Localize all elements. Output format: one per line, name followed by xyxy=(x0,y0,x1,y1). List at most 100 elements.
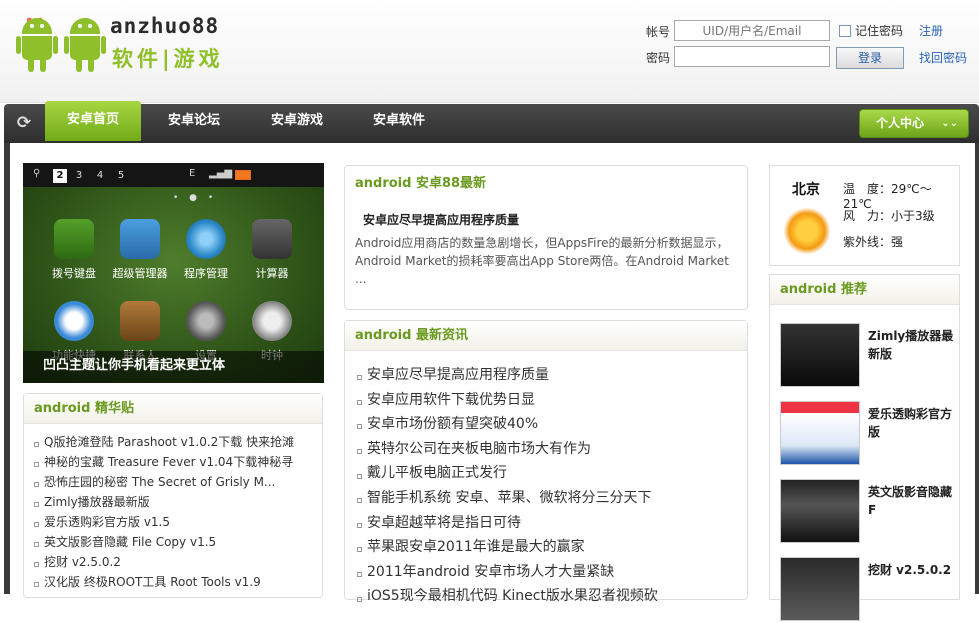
list-item[interactable]: 智能手机系统 安卓、苹果、微软将分三分天下 xyxy=(355,486,747,511)
site-logo[interactable]: 🎀 anzhuo88 软件|游戏 xyxy=(16,12,246,74)
program-icon xyxy=(186,219,226,259)
remember-label[interactable]: 记住密码 xyxy=(855,22,903,39)
nav-item-software[interactable]: 安卓软件 xyxy=(359,104,439,143)
wind-value: 小于3级 xyxy=(891,209,935,223)
app-label: 超级管理器 xyxy=(112,267,168,280)
recommend-title: android 推荐 xyxy=(770,275,959,305)
featured-posts-panel: android 精华贴 Q版抢滩登陆 Parashoot v1.0.2下载 快来… xyxy=(23,393,323,598)
list-item[interactable]: 汉化版 终极ROOT工具 Root Tools v1.9 xyxy=(32,572,322,592)
app-label: 计算器 xyxy=(255,267,289,280)
temperature-label: 温 度： xyxy=(843,182,892,196)
app-dialer: 拨号键盘 xyxy=(45,219,103,281)
password-label: 密码 xyxy=(646,51,671,65)
phone-statusbar: ⚲ 2 3 4 5 E ▂▄▆ xyxy=(23,163,324,187)
register-link[interactable]: 注册 xyxy=(919,22,943,39)
list-item[interactable]: 安卓市场份额有望突破40% xyxy=(355,412,747,437)
weather-widget: 北京 温 度：29℃～21℃ 风 力：小于3级 紫外线：强 xyxy=(769,165,960,266)
latest-title: android 安卓88最新 xyxy=(355,176,487,191)
app-screenshot-thumb[interactable] xyxy=(780,323,860,387)
list-item[interactable]: 戴儿平板电脑正式发行 xyxy=(355,461,747,486)
recommend-item-name[interactable]: 爱乐透购彩官方版 xyxy=(868,405,956,441)
slide-caption[interactable]: 凹凸主题让你手机看起来更立体 xyxy=(23,351,324,383)
weather-city: 北京 xyxy=(792,182,820,198)
gear-icon xyxy=(186,301,226,341)
forgot-password-link[interactable]: 找回密码 xyxy=(919,49,967,66)
nav-item-games[interactable]: 安卓游戏 xyxy=(257,104,337,143)
latest-panel: android 安卓88最新 安卓应尽早提高应用程序质量 Android应用商店… xyxy=(344,165,748,310)
nav-item-home[interactable]: 安卓首页 xyxy=(45,101,141,141)
recommend-item-name[interactable]: Zimly播放器最新版 xyxy=(868,327,956,363)
news-title: android 最新资讯 xyxy=(345,321,747,351)
recommend-item[interactable]: 挖财 v2.5.0.2 xyxy=(780,557,960,623)
usb-icon: ⚲ xyxy=(33,168,41,179)
home-dots: • ● • xyxy=(173,193,218,203)
site-header: 🎀 anzhuo88 软件|游戏 帐号 记住密码 注册 密码 登录 找回密码 xyxy=(0,0,979,103)
slide-page-2[interactable]: 2 xyxy=(53,169,67,183)
list-item[interactable]: iOS5现今最相机代码 Kinect版水果忍者视频砍 xyxy=(355,584,747,609)
account-input[interactable] xyxy=(674,20,830,41)
user-center-button[interactable]: 个人中心 ⌄⌄ xyxy=(859,109,969,138)
wind-label: 风 力： xyxy=(843,209,892,223)
refresh-icon[interactable]: ⟳ xyxy=(14,113,34,133)
login-button[interactable]: 登录 xyxy=(836,47,904,69)
list-item[interactable]: Q版抢滩登陆 Parashoot v1.0.2下载 快来抢滩 xyxy=(32,432,322,452)
list-item[interactable]: 苹果跟安卓2011年谁是最大的赢家 xyxy=(355,535,747,560)
clock-icon xyxy=(252,301,292,341)
recommend-item[interactable]: 爱乐透购彩官方版 xyxy=(780,401,960,467)
sunny-icon xyxy=(784,208,830,254)
nav-item-forum[interactable]: 安卓论坛 xyxy=(154,104,234,143)
recommend-item[interactable]: 英文版影音隐藏 F xyxy=(780,479,960,545)
list-item[interactable]: Zimly播放器最新版 xyxy=(32,492,322,512)
android-robot-icon: 🎀 xyxy=(16,18,58,72)
list-item[interactable]: 英文版影音隐藏 File Copy v1.5 xyxy=(32,532,322,552)
list-item[interactable]: 爱乐透购彩官方版 v1.5 xyxy=(32,512,322,532)
recommend-item-name[interactable]: 挖财 v2.5.0.2 xyxy=(868,561,956,579)
recommend-panel: android 推荐 Zimly播放器最新版 爱乐透购彩官方版 英文版影音隐藏 … xyxy=(769,274,960,621)
logo-wordmark: anzhuo88 xyxy=(110,14,220,38)
latest-headline[interactable]: 安卓应尽早提高应用程序质量 xyxy=(363,211,747,228)
slide-page-5[interactable]: 5 xyxy=(114,169,128,183)
phone-icon xyxy=(54,219,94,259)
app-label: 拨号键盘 xyxy=(52,267,96,280)
list-item[interactable]: 英特尔公司在夹板电脑市场大有作为 xyxy=(355,437,747,462)
network-icon: E xyxy=(189,168,196,179)
chevron-down-icon: ⌄⌄ xyxy=(941,118,958,129)
list-item[interactable]: 2011年android 安卓市场人才大量紧缺 xyxy=(355,560,747,585)
recommend-item-name[interactable]: 英文版影音隐藏 F xyxy=(868,483,956,519)
slide-page-3[interactable]: 3 xyxy=(72,169,86,183)
list-item[interactable]: 神秘的宝藏 Treasure Fever v1.04下载神秘寻 xyxy=(32,452,322,472)
signal-icon: ▂▄▆ xyxy=(209,168,233,179)
list-item[interactable]: 恐怖庄园的秘密 The Secret of Grisly M... xyxy=(32,472,322,492)
battery-icon xyxy=(235,170,251,180)
weather-wind: 风 力：小于3级 xyxy=(843,207,935,224)
main-nav: ⟳ 安卓首页 安卓论坛 安卓游戏 安卓软件 个人中心 ⌄⌄ xyxy=(4,101,979,143)
list-item[interactable]: 安卓应用软件下载优势日显 xyxy=(355,388,747,413)
slide-page-4[interactable]: 4 xyxy=(93,169,107,183)
app-calculator: 计算器 xyxy=(243,219,301,281)
contacts-icon xyxy=(120,301,160,341)
shortcut-icon xyxy=(54,301,94,341)
account-label: 帐号 xyxy=(646,25,671,39)
list-item[interactable]: 安卓超越苹将是指日可待 xyxy=(355,511,747,536)
app-screenshot-thumb[interactable] xyxy=(780,479,860,543)
app-screenshot-thumb[interactable] xyxy=(780,557,860,621)
latest-summary: Android应用商店的数量急剧增长，但AppsFire的最新分析数据显示，An… xyxy=(355,236,729,286)
logo-tagline: 软件|游戏 xyxy=(112,47,224,71)
news-panel: android 最新资讯 安卓应尽早提高应用程序质量 安卓应用软件下载优势日显 … xyxy=(344,320,748,604)
password-input[interactable] xyxy=(674,46,830,67)
slideshow[interactable]: ⚲ 2 3 4 5 E ▂▄▆ • ● • 拨号键盘 超级管理器 程序管理 计算… xyxy=(23,163,324,383)
android-robot-icon xyxy=(64,18,106,72)
app-label: 程序管理 xyxy=(184,267,228,280)
uv-label: 紫外线： xyxy=(843,235,892,249)
recommend-item[interactable]: Zimly播放器最新版 xyxy=(780,323,960,389)
uv-value: 强 xyxy=(891,235,904,249)
user-center-label: 个人中心 xyxy=(876,116,925,130)
app-manager: 程序管理 xyxy=(177,219,235,281)
app-screenshot-thumb[interactable] xyxy=(780,401,860,465)
folder-icon xyxy=(120,219,160,259)
remember-checkbox[interactable] xyxy=(839,25,851,37)
list-item[interactable]: 挖财 v2.5.0.2 xyxy=(32,552,322,572)
calculator-icon xyxy=(252,219,292,259)
login-form: 帐号 记住密码 注册 密码 登录 找回密码 xyxy=(640,18,975,78)
list-item[interactable]: 安卓应尽早提高应用程序质量 xyxy=(355,363,747,388)
